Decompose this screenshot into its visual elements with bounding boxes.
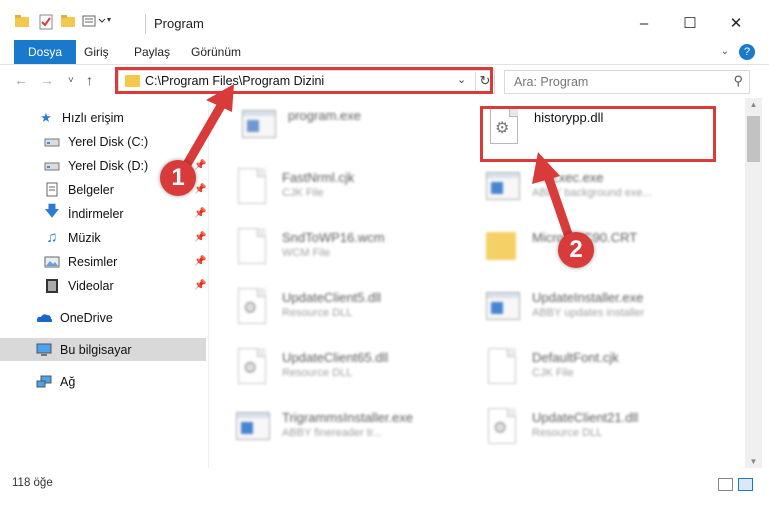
step-1-badge: 1 (160, 160, 196, 196)
large-icons-view-icon[interactable] (738, 478, 753, 491)
arrow-2 (532, 152, 575, 242)
item-count: 118 öğe (12, 477, 53, 489)
status-bar: 118 öğe (0, 470, 769, 496)
step-2-badge: 2 (558, 232, 594, 268)
annotation-arrows (182, 84, 575, 242)
arrow-1 (182, 84, 234, 169)
details-view-icon[interactable] (718, 478, 733, 491)
